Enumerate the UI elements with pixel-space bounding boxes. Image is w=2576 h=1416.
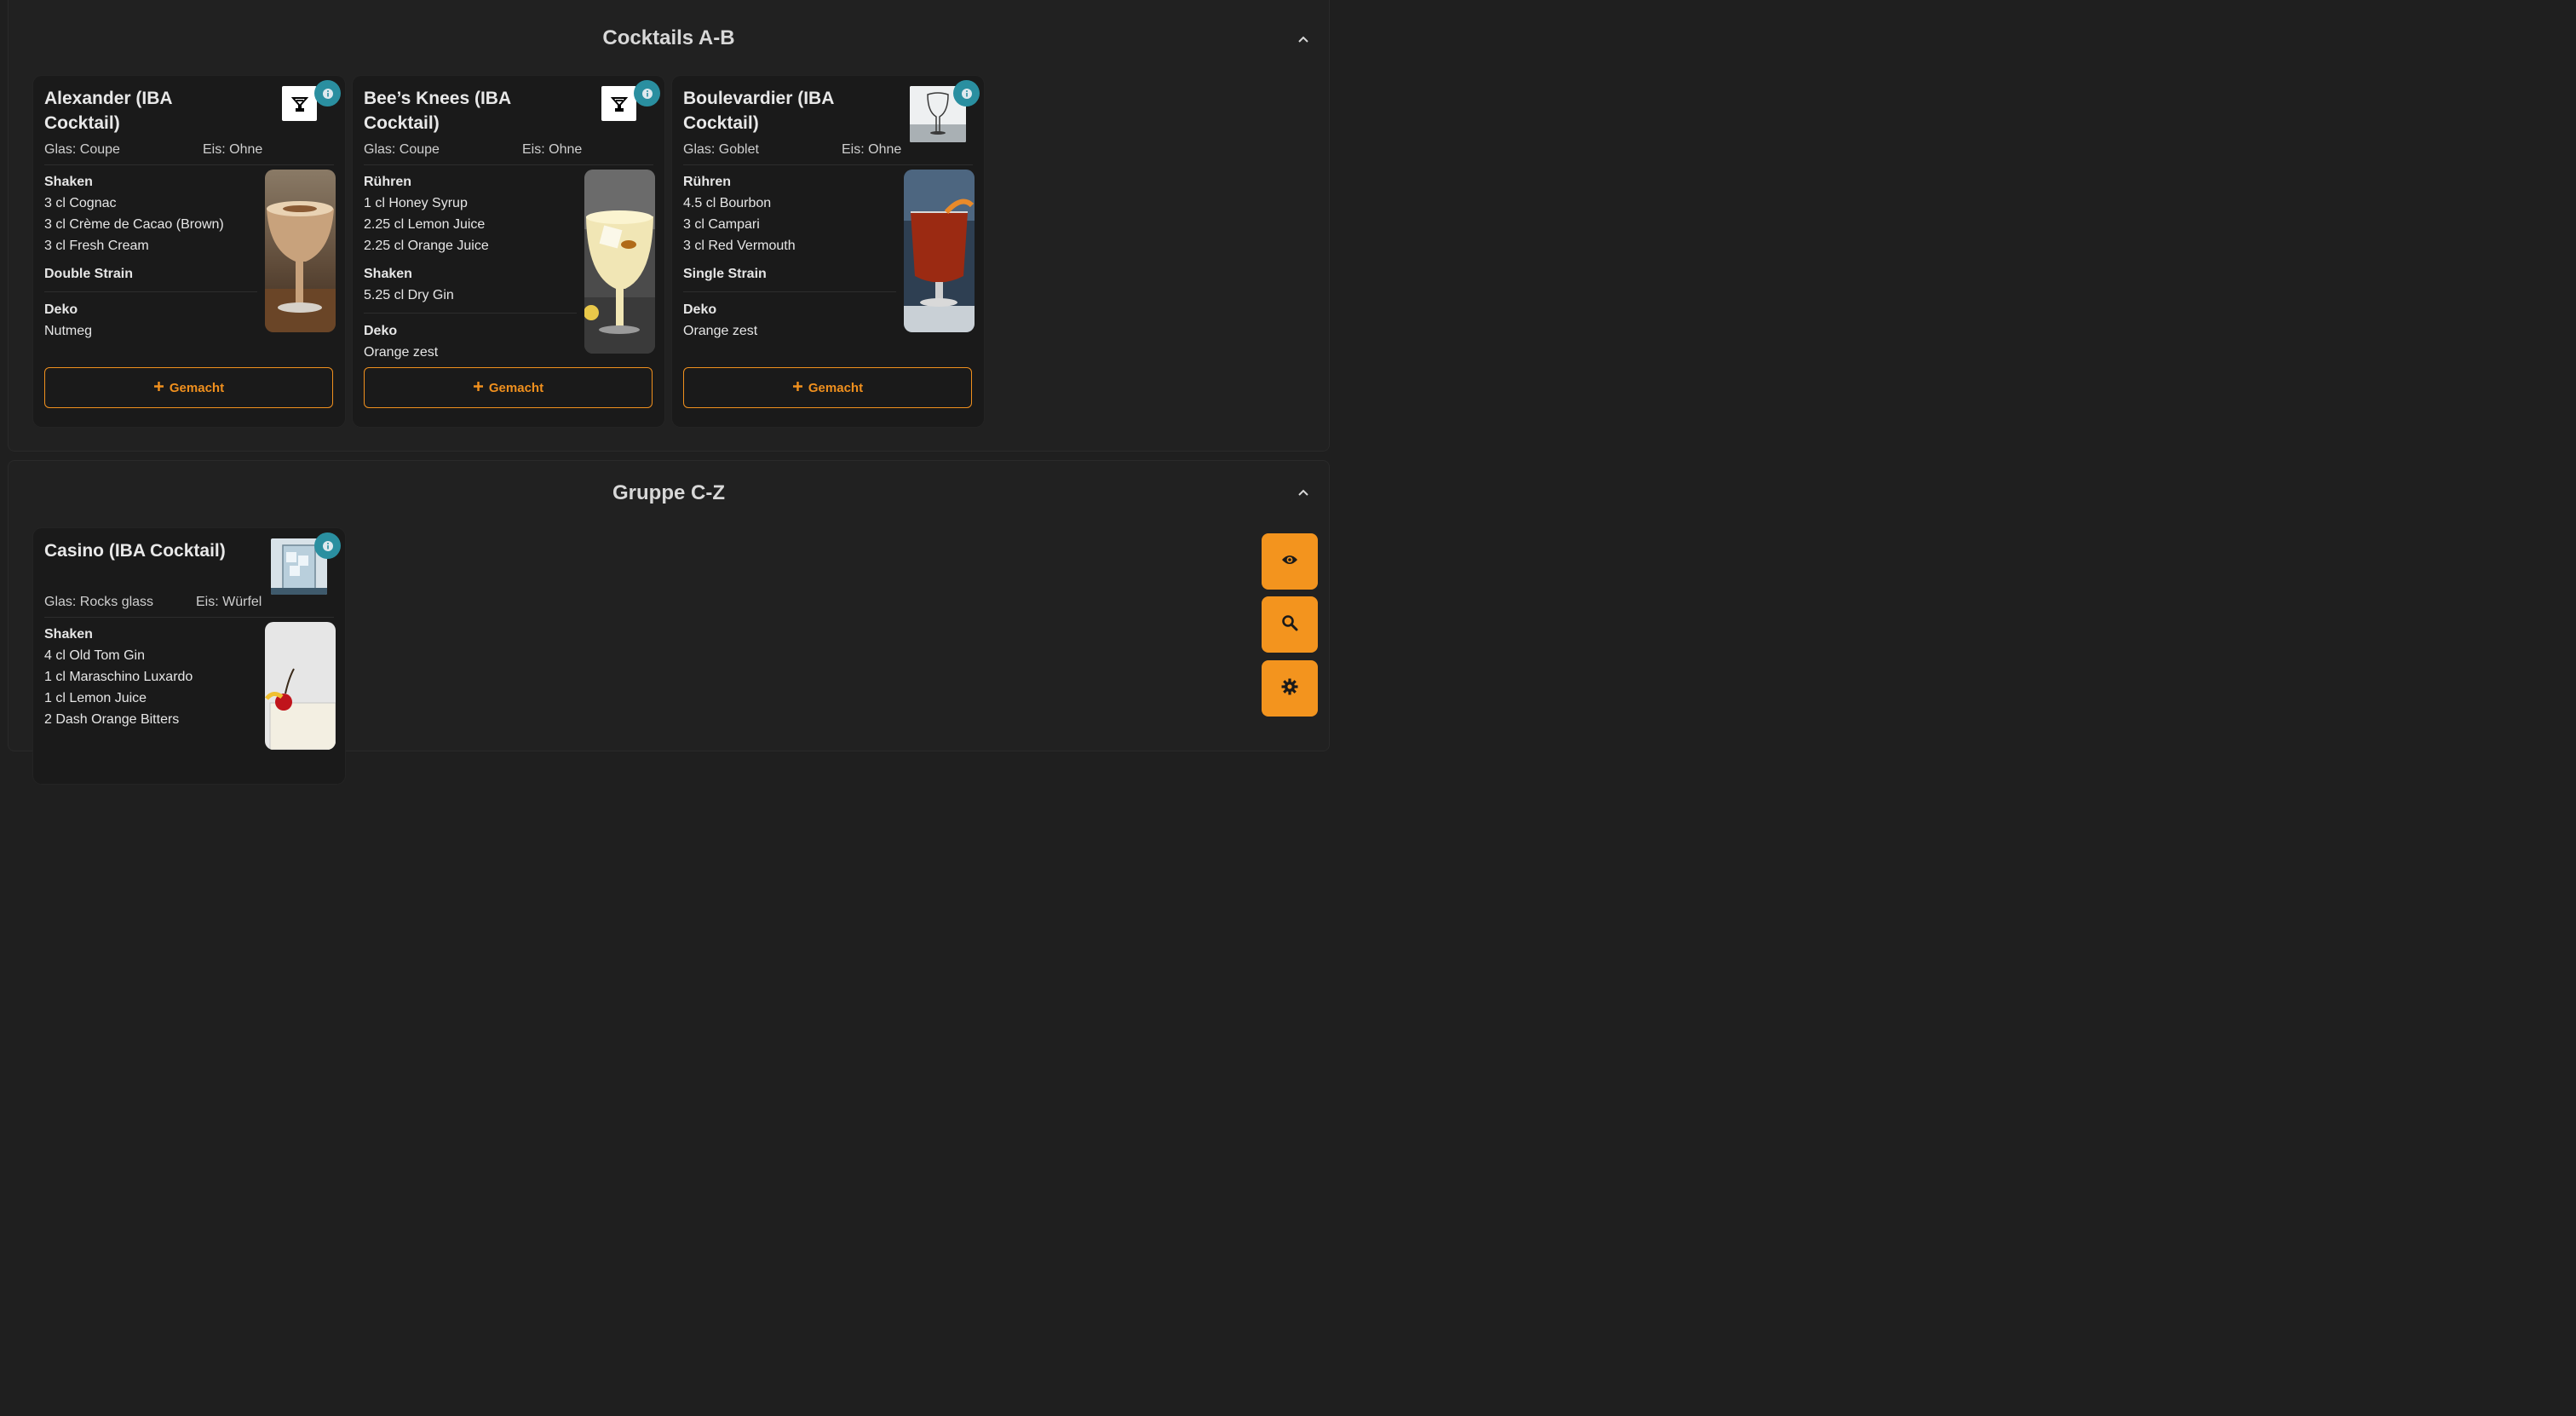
info-icon[interactable] [953, 80, 980, 106]
divider [364, 313, 577, 314]
ingredient: 3 cl Fresh Cream [44, 239, 149, 253]
step-heading: Shaken [364, 267, 412, 281]
deco-value: Orange zest [683, 324, 758, 338]
made-button-label: Gemacht [488, 380, 544, 395]
plus-icon [153, 381, 164, 395]
cocktail-card: Alexander (IBA Cocktail) Glas: Coupe Eis… [33, 76, 345, 427]
ingredient: 1 cl Honey Syrup [364, 196, 468, 210]
glass-ice-row: Glas: Goblet Eis: Ohne [683, 142, 973, 158]
ingredient: 4.5 cl Bourbon [683, 196, 772, 210]
step-heading: Rühren [683, 175, 731, 189]
deco-heading: Deko [683, 302, 717, 317]
cocktail-photo [584, 170, 655, 354]
ingredient: 3 cl Crème de Cacao (Brown) [44, 217, 224, 232]
ingredient: 3 cl Campari [683, 217, 760, 232]
ingredient: 3 cl Red Vermouth [683, 239, 796, 253]
cocktail-name: Alexander (IBA Cocktail) [44, 89, 172, 133]
chevron-up-icon[interactable] [1297, 486, 1310, 500]
ice-label: Eis: Würfel [196, 595, 262, 609]
cocktail-photo [904, 170, 975, 332]
section-gruppe-c-z: Gruppe C-Z Casino (IBA Cocktail) Glas: R… [8, 460, 1330, 784]
info-icon[interactable] [634, 80, 660, 106]
cocktail-card: Boulevardier (IBA Cocktail) Glas: Goblet… [672, 76, 984, 427]
cocktail-name: Casino (IBA Cocktail) [44, 541, 226, 561]
deco-heading: Deko [364, 324, 398, 338]
made-button[interactable]: Gemacht [44, 367, 333, 408]
recipe-steps: Shaken 3 cl Cognac 3 cl Crème de Cacao (… [44, 171, 257, 342]
section-cocktails-a-b: Cocktails A-B Alexander (IBA Cocktail) G… [8, 0, 1330, 452]
glass-ice-row: Glas: Rocks glass Eis: Würfel [44, 595, 334, 610]
glass-label: Glas: Goblet [683, 142, 759, 157]
info-icon[interactable] [314, 532, 341, 559]
divider [44, 164, 334, 165]
coupe-glass-icon [282, 86, 317, 121]
glass-ice-row: Glas: Coupe Eis: Ohne [44, 142, 334, 158]
made-button[interactable]: Gemacht [683, 367, 972, 408]
divider [44, 291, 257, 292]
cocktail-card: Casino (IBA Cocktail) Glas: Rocks glass … [33, 528, 345, 784]
glass-label: Glas: Coupe [364, 142, 440, 157]
section-title: Cocktails A-B [602, 26, 735, 49]
recipe-steps: Shaken 4 cl Old Tom Gin 1 cl Maraschino … [44, 624, 257, 730]
plus-icon [473, 381, 484, 395]
glass-label: Glas: Coupe [44, 142, 120, 157]
recipe-steps: Rühren 4.5 cl Bourbon 3 cl Campari 3 cl … [683, 171, 896, 342]
deco-value: Nutmeg [44, 324, 93, 338]
cocktail-name: Bee’s Knees (IBA Cocktail) [364, 89, 511, 133]
ingredient: 5.25 cl Dry Gin [364, 288, 454, 302]
plus-icon [792, 381, 803, 395]
divider [683, 291, 896, 292]
step-heading: Rühren [364, 175, 411, 189]
divider [683, 164, 973, 165]
ingredient: 4 cl Old Tom Gin [44, 648, 145, 663]
made-button-label: Gemacht [808, 380, 864, 395]
step-heading: Double Strain [44, 267, 134, 281]
gear-icon [1281, 678, 1298, 699]
settings-button[interactable] [1262, 660, 1318, 717]
step-heading: Shaken [44, 175, 93, 189]
coupe-glass-icon [601, 86, 636, 121]
divider [364, 164, 653, 165]
ingredient: 2.25 cl Orange Juice [364, 239, 489, 253]
made-button[interactable]: Gemacht [364, 367, 653, 408]
search-button[interactable] [1262, 596, 1318, 653]
step-heading: Single Strain [683, 267, 767, 281]
ice-label: Eis: Ohne [842, 142, 902, 157]
search-icon [1281, 614, 1298, 636]
glass-ice-row: Glas: Coupe Eis: Ohne [364, 142, 653, 158]
info-icon[interactable] [314, 80, 341, 106]
cocktail-card: Bee’s Knees (IBA Cocktail) Glas: Coupe E… [353, 76, 664, 427]
ice-label: Eis: Ohne [522, 142, 583, 157]
recipe-steps: Rühren 1 cl Honey Syrup 2.25 cl Lemon Ju… [364, 171, 577, 363]
ingredient: 1 cl Maraschino Luxardo [44, 670, 193, 684]
ingredient: 2 Dash Orange Bitters [44, 712, 180, 727]
ice-label: Eis: Ohne [203, 142, 263, 157]
section-title: Gruppe C-Z [612, 481, 725, 504]
chevron-up-icon[interactable] [1297, 33, 1310, 47]
divider [44, 617, 334, 618]
deco-value: Orange zest [364, 345, 439, 360]
cocktail-photo [265, 622, 336, 750]
toggle-visibility-button[interactable] [1262, 533, 1318, 590]
cocktail-name: Boulevardier (IBA Cocktail) [683, 89, 834, 133]
ingredient: 3 cl Cognac [44, 196, 117, 210]
glass-label: Glas: Rocks glass [44, 595, 154, 609]
ingredient: 1 cl Lemon Juice [44, 691, 147, 705]
deco-heading: Deko [44, 302, 78, 317]
step-heading: Shaken [44, 627, 93, 642]
eye-icon [1281, 554, 1298, 570]
cocktail-photo [265, 170, 336, 332]
made-button-label: Gemacht [169, 380, 225, 395]
ingredient: 2.25 cl Lemon Juice [364, 217, 486, 232]
